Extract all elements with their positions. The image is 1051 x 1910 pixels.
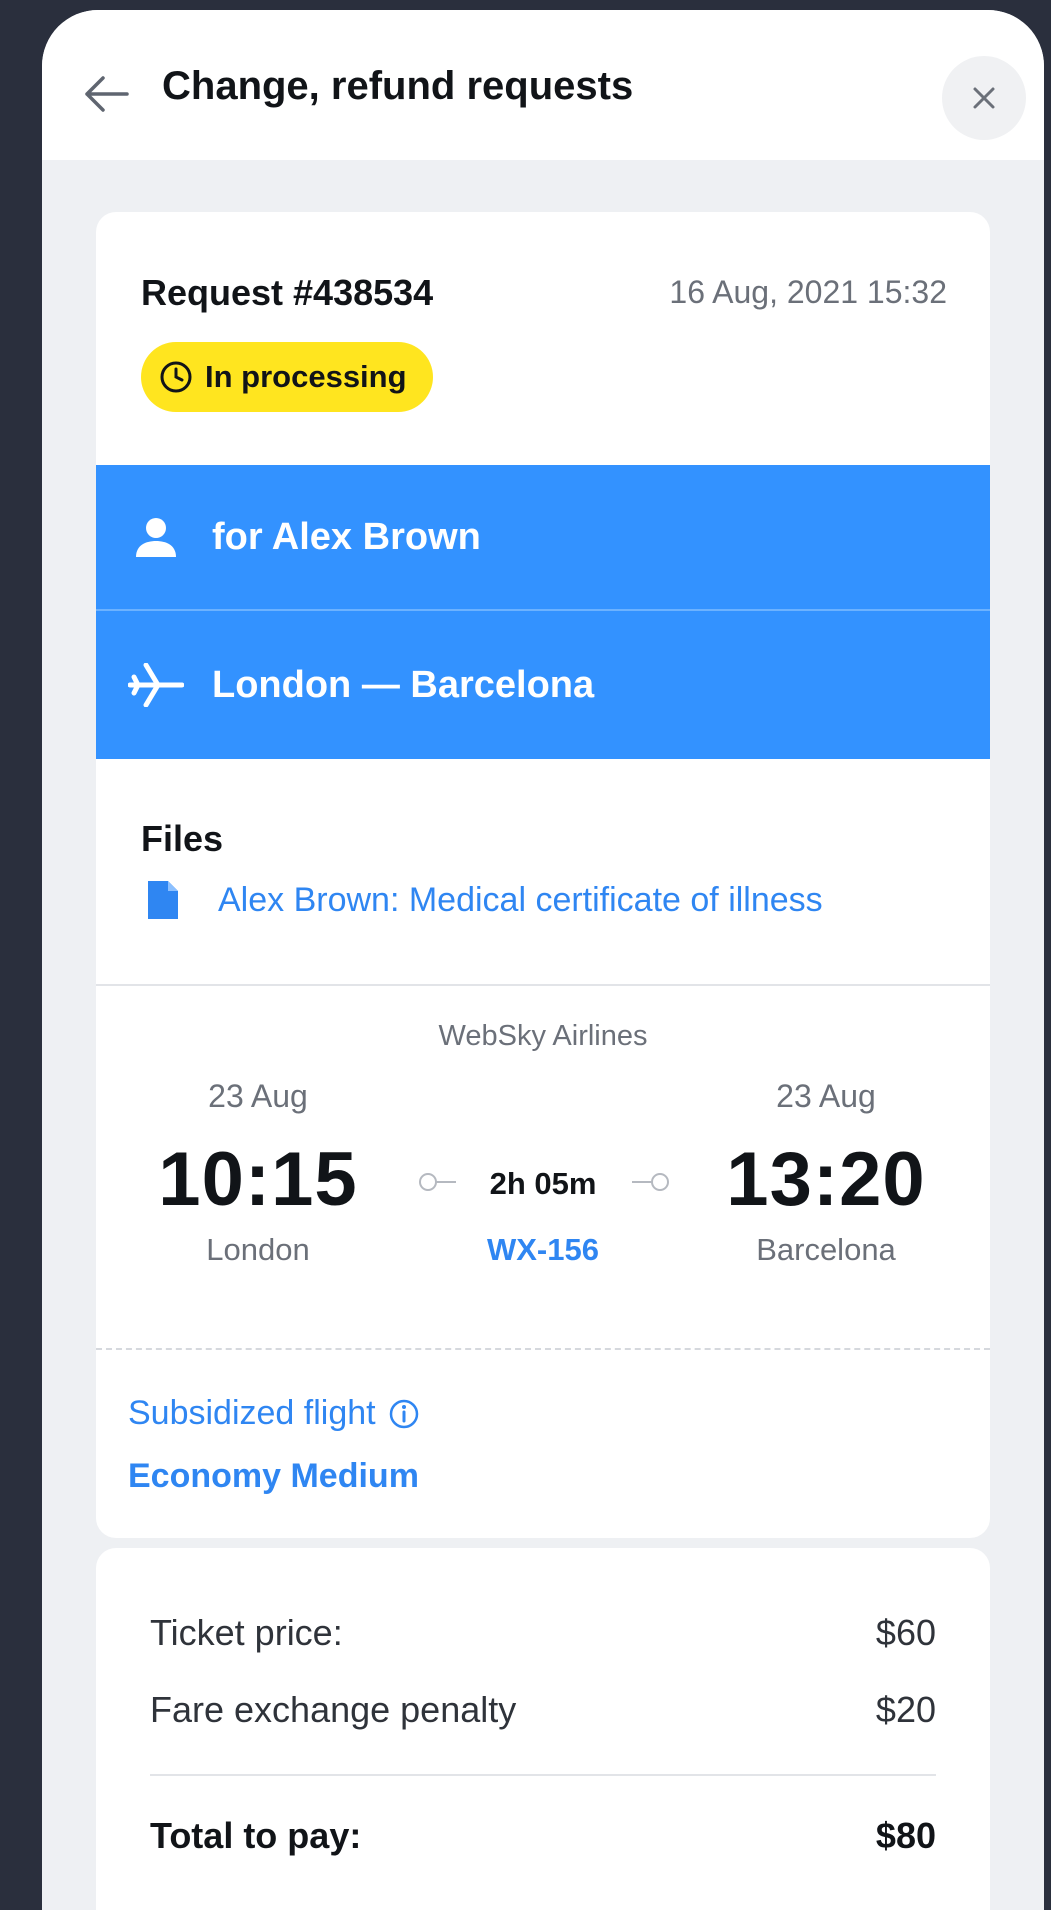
flight-duration: 2h 05m xyxy=(489,1166,597,1201)
departure-date: 23 Aug xyxy=(208,1078,308,1114)
arrival-date: 23 Aug xyxy=(776,1078,876,1114)
price-value: $60 xyxy=(875,1612,936,1653)
passenger-row: for Alex Brown xyxy=(96,465,990,609)
close-button[interactable] xyxy=(942,56,1026,140)
subsidized-flight-link[interactable]: Subsidized flight xyxy=(128,1394,420,1433)
fare-class: Economy Medium xyxy=(128,1457,419,1495)
price-value: $20 xyxy=(875,1689,936,1730)
modal-sheet: Change, refund requests Request #438534 … xyxy=(42,10,1044,1910)
airline-name: WebSky Airlines xyxy=(438,1020,648,1052)
file-link[interactable]: Alex Brown: Medical certificate of illne… xyxy=(146,879,823,921)
total-row: Total to pay: $80 xyxy=(150,1815,936,1857)
request-number: Request #438534 xyxy=(141,272,434,313)
person-icon xyxy=(126,515,186,559)
passenger-name: for Alex Brown xyxy=(212,515,481,558)
status-label: In processing xyxy=(205,359,407,394)
total-value: $80 xyxy=(875,1815,936,1856)
subsidized-label: Subsidized flight xyxy=(128,1394,376,1432)
app-bar: Change, refund requests xyxy=(42,10,1044,160)
arrival-city: Barcelona xyxy=(756,1232,896,1267)
request-datetime: 16 Aug, 2021 15:32 xyxy=(669,274,947,310)
info-icon[interactable] xyxy=(388,1398,420,1430)
price-label: Ticket price: xyxy=(150,1612,343,1653)
clock-icon xyxy=(160,361,192,393)
files-heading: Files xyxy=(141,818,224,859)
document-icon xyxy=(148,881,178,919)
dashed-divider xyxy=(96,1348,990,1350)
price-row: Fare exchange penalty $20 xyxy=(150,1689,936,1731)
route-label: London — Barcelona xyxy=(212,663,595,706)
route-row: London — Barcelona xyxy=(96,611,990,759)
divider xyxy=(150,1774,936,1776)
arrow-left-icon xyxy=(85,76,129,112)
price-label: Fare exchange penalty xyxy=(150,1689,517,1730)
price-row: Ticket price: $60 xyxy=(150,1612,936,1654)
file-name: Alex Brown: Medical certificate of illne… xyxy=(218,880,823,919)
price-card: Ticket price: $60 Fare exchange penalty … xyxy=(96,1548,990,1910)
back-button[interactable] xyxy=(78,66,134,122)
request-card: Request #438534 16 Aug, 2021 15:32 In pr… xyxy=(96,212,990,1538)
airplane-icon xyxy=(126,663,186,707)
page-title: Change, refund requests xyxy=(162,64,634,108)
total-label: Total to pay: xyxy=(150,1815,362,1856)
close-icon xyxy=(973,87,995,109)
divider xyxy=(96,984,990,986)
status-badge: In processing xyxy=(141,342,433,412)
